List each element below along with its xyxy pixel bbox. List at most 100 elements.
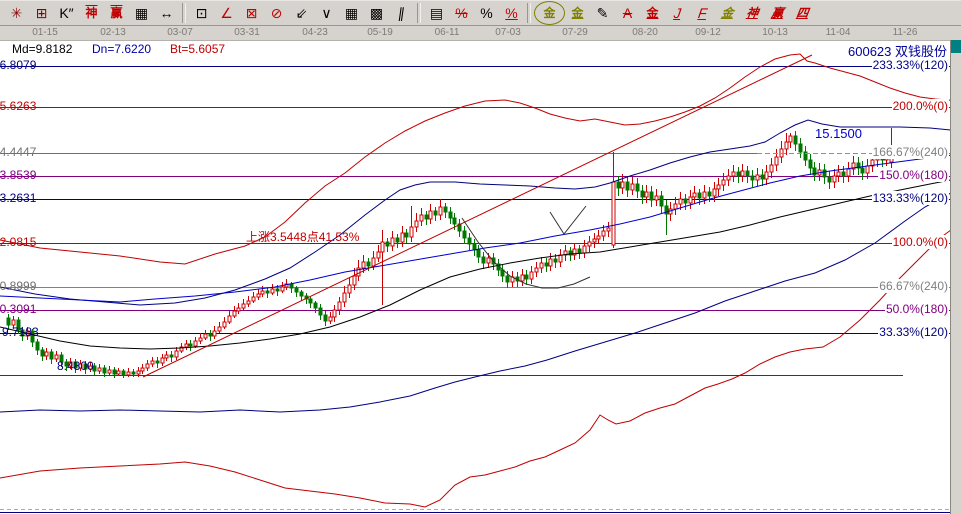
candle-body [597, 236, 600, 239]
candle-body [319, 308, 322, 315]
candle-body [809, 160, 812, 168]
candle-body [113, 370, 116, 374]
candle-body [732, 172, 735, 176]
candle-body [377, 252, 380, 258]
candle-body [132, 372, 135, 374]
candle-body [765, 172, 768, 179]
price-axis-label: 13.2631 [0, 191, 36, 205]
candle-body [842, 172, 845, 176]
candle-body [122, 371, 125, 375]
candle-body [353, 276, 356, 285]
corner-marker [951, 40, 961, 53]
candle-body [468, 238, 471, 244]
candle-body [309, 299, 312, 303]
percent-axis-label: 150.0%(180) [878, 168, 949, 182]
candle-body [626, 182, 629, 190]
price-axis-label: 12.0815 [0, 235, 36, 249]
candle-body [146, 364, 149, 368]
candle-body [429, 211, 432, 219]
candle-body [866, 166, 869, 173]
candle-body [348, 285, 351, 293]
candle-body [761, 175, 764, 179]
percent-axis-label: 166.67%(240) [872, 145, 949, 159]
candle-body [386, 242, 389, 246]
candle-body [636, 184, 639, 191]
candle-body [789, 136, 792, 142]
candle-body [631, 184, 634, 190]
candle-body [482, 257, 485, 263]
candle-body [242, 304, 245, 308]
rise-annotation: 上涨3.5448点41.53% [246, 228, 359, 245]
indicator-bt-value: Bt=5.6057 [170, 42, 225, 56]
candle-body [108, 370, 111, 373]
lower-red-band-curve [0, 222, 961, 507]
percent-axis-label: 100.0%(0) [892, 235, 949, 249]
candle-body [165, 355, 168, 358]
candle-body [698, 193, 701, 198]
upper-navy-band-curve [0, 120, 961, 305]
candle-body [617, 182, 620, 188]
candle-body [247, 301, 250, 304]
candle-body [655, 196, 658, 200]
candlestick-chart[interactable] [0, 0, 961, 514]
candle-body [545, 263, 548, 266]
candle-body [381, 242, 384, 252]
candle-body [583, 246, 586, 253]
candle-body [189, 344, 192, 346]
indicator-md-value: Md=9.8182 [12, 42, 72, 56]
candle-body [237, 308, 240, 311]
candle-body [751, 176, 754, 180]
candle-body [228, 316, 231, 322]
candle-body [367, 262, 370, 266]
candle-body [737, 172, 740, 176]
candle-body [861, 168, 864, 173]
candle-body [329, 317, 332, 321]
candle-body [401, 233, 404, 242]
candle-body [612, 182, 615, 245]
candle-body [290, 284, 293, 288]
candle-body [530, 272, 533, 279]
candle-body [444, 207, 447, 212]
candle-body [156, 361, 159, 363]
right-window-edge [950, 40, 961, 514]
candle-body [775, 157, 778, 165]
price-axis-label: 10.8999 [0, 279, 36, 293]
candle-body [271, 289, 274, 293]
candle-body [194, 341, 197, 346]
last-price-label: 15.1500 [815, 126, 862, 141]
candle-body [746, 171, 749, 176]
candle-body [266, 291, 269, 293]
candle-body [823, 170, 826, 177]
candle-body [847, 169, 850, 176]
candle-body [463, 231, 466, 238]
candle-body [141, 368, 144, 371]
price-axis-label: 13.8539 [0, 168, 36, 182]
candle-body [453, 218, 456, 224]
candle-body [127, 372, 130, 375]
candle-body [477, 250, 480, 257]
stock-chart-window: ✳⊞K″神赢▦↔⊡∠⊠⊘⇙∨▦▩∥▤%%%金金✎A金JF金神赢四 01-1502… [0, 0, 961, 514]
candle-body [641, 191, 644, 197]
candle-body [506, 276, 509, 282]
candle-body [338, 302, 341, 310]
candle-body [410, 227, 413, 237]
candle-body [660, 196, 663, 206]
candle-body [439, 207, 442, 215]
candle-body [151, 361, 154, 364]
percent-axis-label: 133.33%(120) [872, 191, 949, 205]
candle-body [170, 355, 173, 357]
candle-body [679, 199, 682, 204]
candle-body [828, 177, 831, 182]
candle-body [741, 171, 744, 176]
candle-body [674, 204, 677, 209]
candle-body [161, 358, 164, 363]
percent-axis-label: 50.0%(180) [885, 302, 949, 316]
percent-axis-label: 200.0%(0) [892, 99, 949, 113]
candle-body [785, 142, 788, 149]
candle-body [684, 199, 687, 203]
candle-body [449, 212, 452, 218]
candle-body [324, 315, 327, 321]
candle-body [535, 268, 538, 272]
candle-body [837, 172, 840, 176]
candle-body [607, 228, 610, 231]
